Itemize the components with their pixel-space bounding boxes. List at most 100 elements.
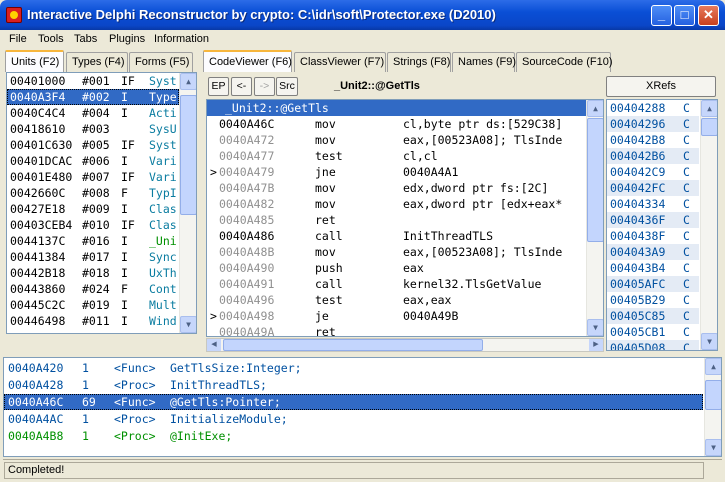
- minimize-button[interactable]: _: [651, 5, 672, 26]
- tab-names[interactable]: Names (F9): [452, 52, 516, 72]
- list-item[interactable]: 0040A4B8 1 <Proc> @InitExe;: [4, 428, 703, 444]
- scroll-up-arrow-icon[interactable]: ▲: [701, 100, 717, 117]
- list-item[interactable]: 0040A420 1 <Func> GetTlsSize:Integer;: [4, 360, 703, 376]
- table-row[interactable]: 00441384 #017 I Sync: [7, 249, 179, 265]
- table-row[interactable]: 0040A3F4 #002 I Type: [7, 89, 179, 105]
- menu-tools[interactable]: Tools: [38, 33, 64, 45]
- tab-forms[interactable]: Forms (F5): [129, 52, 193, 72]
- xref-item[interactable]: 00405D08 C: [607, 340, 699, 350]
- code-line[interactable]: 0040A472 mov eax,[00523A08]; TlsInde: [207, 132, 587, 148]
- tab-units[interactable]: Units (F2): [5, 50, 64, 72]
- scroll-down-arrow-icon[interactable]: ▼: [587, 319, 603, 336]
- xref-item[interactable]: 00405CB1 C: [607, 324, 699, 340]
- close-button[interactable]: ✕: [698, 5, 719, 26]
- xrefs-scrollbar[interactable]: ▲ ▼: [700, 100, 717, 350]
- list-item[interactable]: 0040A46C 69 <Func> @GetTls:Pointer;: [4, 394, 703, 410]
- table-row[interactable]: 00445C2C #019 I Mult: [7, 297, 179, 313]
- code-scrollbar[interactable]: ▲ ▼: [586, 100, 603, 336]
- code-line[interactable]: 0040A47B mov edx,dword ptr fs:[2C]: [207, 180, 587, 196]
- code-hscrollbar[interactable]: ◀ ▶: [206, 338, 604, 352]
- table-row[interactable]: 00443860 #024 F Cont: [7, 281, 179, 297]
- scroll-thumb[interactable]: [180, 95, 196, 215]
- code-line[interactable]: 0040A477 test cl,cl: [207, 148, 587, 164]
- table-row[interactable]: 00446498 #011 I Wind: [7, 313, 179, 329]
- table-row[interactable]: 00418610 #003 SysU: [7, 121, 179, 137]
- list-item[interactable]: 0040A4AC 1 <Proc> InitializeModule;: [4, 411, 703, 427]
- code-line[interactable]: 0040A49A ret: [207, 324, 587, 336]
- xref-item[interactable]: 0040436F C: [607, 212, 699, 228]
- scroll-thumb[interactable]: [701, 118, 717, 136]
- tab-types[interactable]: Types (F4): [66, 52, 128, 72]
- xref-item[interactable]: 004042C9 C: [607, 164, 699, 180]
- xrefs-list[interactable]: 00404288 C 00404296 C 004042B8 C 004042B6 C 0040…: [606, 99, 718, 351]
- scroll-thumb[interactable]: [705, 380, 721, 410]
- list-item[interactable]: 0040A428 1 <Proc> InitThreadTLS;: [4, 377, 703, 393]
- units-scrollbar[interactable]: ▲ ▼: [179, 73, 196, 333]
- xref-item[interactable]: 00404288 C: [607, 100, 699, 116]
- table-row[interactable]: 00401C630 #005 IF Syst: [7, 137, 179, 153]
- scroll-up-arrow-icon[interactable]: ▲: [587, 100, 603, 117]
- code-line[interactable]: 0040A486 call InitThreadTLS: [207, 228, 587, 244]
- scroll-down-arrow-icon[interactable]: ▼: [705, 439, 721, 456]
- ep-button[interactable]: EP: [208, 77, 229, 96]
- table-row[interactable]: 00427E18 #009 I Clas: [7, 201, 179, 217]
- code-line[interactable]: 0040A485 ret: [207, 212, 587, 228]
- xref-item[interactable]: 004042B8 C: [607, 132, 699, 148]
- xref-item[interactable]: 004043B4 C: [607, 260, 699, 276]
- xref-item[interactable]: 004043A9 C: [607, 244, 699, 260]
- code-line[interactable]: 0040A482 mov eax,dword ptr [edx+eax*: [207, 196, 587, 212]
- code-line[interactable]: >0040A498 je 0040A49B: [207, 308, 587, 324]
- xref-item[interactable]: 004042B6 C: [607, 148, 699, 164]
- table-row[interactable]: 00401E480 #007 IF Vari: [7, 169, 179, 185]
- table-row[interactable]: 0042660C #008 F TypI: [7, 185, 179, 201]
- unit-number: #018: [82, 266, 110, 280]
- code-line[interactable]: 0040A496 test eax,eax: [207, 292, 587, 308]
- scroll-up-arrow-icon[interactable]: ▲: [180, 73, 196, 90]
- scroll-left-arrow-icon[interactable]: ◀: [207, 339, 221, 351]
- splitter[interactable]: [3, 352, 722, 356]
- code-line[interactable]: 0040A48B mov eax,[00523A08]; TlsInde: [207, 244, 587, 260]
- table-row[interactable]: 00403CEB4 #010 IF Clas: [7, 217, 179, 233]
- scroll-down-arrow-icon[interactable]: ▼: [180, 316, 196, 333]
- code-line[interactable]: 0040A490 push eax: [207, 260, 587, 276]
- xref-item[interactable]: 00405AFC C: [607, 276, 699, 292]
- code-line[interactable]: 0040A491 call kernel32.TlsGetValue: [207, 276, 587, 292]
- xref-item[interactable]: 00405C85 C: [607, 308, 699, 324]
- menu-file[interactable]: File: [9, 33, 27, 45]
- tab-classviewer[interactable]: ClassViewer (F7): [294, 52, 386, 72]
- menu-tabs[interactable]: Tabs: [74, 33, 97, 45]
- forward-button[interactable]: ->: [254, 77, 275, 96]
- table-row[interactable]: 00442B18 #018 I UxTh: [7, 265, 179, 281]
- tab-codeviewer[interactable]: CodeViewer (F6): [203, 50, 292, 72]
- procs-scrollbar[interactable]: ▲ ▼: [704, 358, 721, 456]
- tab-strings[interactable]: Strings (F8): [387, 52, 451, 72]
- maximize-button[interactable]: □: [674, 5, 695, 26]
- back-button[interactable]: <-: [231, 77, 252, 96]
- xref-item[interactable]: 004042FC C: [607, 180, 699, 196]
- title-bar[interactable]: Interactive Delphi Reconstructor by cryp…: [0, 0, 725, 30]
- menu-plugins[interactable]: Plugins: [109, 33, 145, 45]
- code-line[interactable]: 0040A46C mov cl,byte ptr ds:[529C38]: [207, 116, 587, 132]
- src-button[interactable]: Src: [276, 77, 298, 96]
- xref-item[interactable]: 00404334 C: [607, 196, 699, 212]
- scroll-down-arrow-icon[interactable]: ▼: [701, 333, 717, 350]
- scroll-right-arrow-icon[interactable]: ▶: [589, 339, 603, 351]
- table-row[interactable]: 0044137C #016 I _Uni: [7, 233, 179, 249]
- xref-item[interactable]: 00404296 C: [607, 116, 699, 132]
- tab-sourcecode[interactable]: SourceCode (F10): [516, 52, 613, 72]
- units-list[interactable]: 00401000 #001 IF Syst 0040A3F4 #002 I Type 0040C…: [6, 72, 197, 334]
- table-row[interactable]: 00401000 #001 IF Syst: [7, 73, 179, 89]
- table-row[interactable]: 00401DCAC #006 I Vari: [7, 153, 179, 169]
- xref-item[interactable]: 0040438F C: [607, 228, 699, 244]
- code-viewer[interactable]: _Unit2::@GetTls 0040A46C mov cl,byte ptr d…: [206, 99, 604, 337]
- table-row[interactable]: 0040C4C4 #004 I Acti: [7, 105, 179, 121]
- menu-information[interactable]: Information: [154, 33, 209, 45]
- scroll-up-arrow-icon[interactable]: ▲: [705, 358, 721, 375]
- code-line[interactable]: >0040A479 jne 0040A4A1: [207, 164, 587, 180]
- scroll-thumb[interactable]: [223, 339, 483, 351]
- xref-item[interactable]: 00405B29 C: [607, 292, 699, 308]
- procs-list[interactable]: 0040A420 1 <Func> GetTlsSize:Integer; 0040A4…: [3, 357, 722, 457]
- code-operands: 0040A49B: [403, 309, 459, 323]
- xrefs-button[interactable]: XRefs: [606, 76, 716, 97]
- scroll-thumb[interactable]: [587, 118, 603, 242]
